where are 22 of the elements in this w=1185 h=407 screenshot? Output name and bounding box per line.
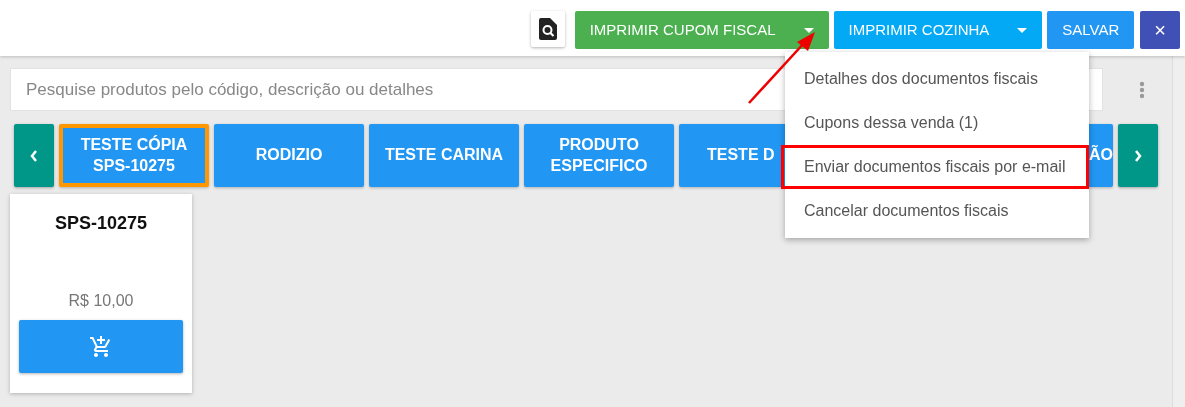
previous-button[interactable]: [14, 124, 54, 187]
add-to-cart-button[interactable]: [19, 320, 183, 373]
next-button[interactable]: [1118, 124, 1158, 187]
chevron-right-icon: [1134, 149, 1142, 162]
document-search-icon: [538, 18, 557, 40]
product-price: R$ 10,00: [68, 291, 134, 311]
split-button[interactable]: IMPRIMIR CUPOM FISCAL: [574, 11, 829, 49]
category-tab[interactable]: RODIZIO: [214, 124, 364, 187]
menu-item[interactable]: Enviar documentos fiscais por e-mail: [781, 145, 1089, 189]
category-tab[interactable]: TESTE CARINA: [369, 124, 519, 187]
category-tab[interactable]: TESTE CÓPIA SPS-10275: [59, 124, 209, 187]
cart-add-icon: [89, 334, 113, 359]
more-options-icon[interactable]: [1139, 80, 1145, 99]
split-button[interactable]: IMPRIMIR COZINHA: [833, 11, 1043, 49]
caret-icon: [1017, 27, 1028, 33]
category-tab[interactable]: PRODUTO ESPECIFICO: [524, 124, 674, 187]
menu-item[interactable]: Cancelar documentos fiscais: [781, 189, 1089, 233]
product-name: SPS-10275: [54, 212, 148, 235]
chevron-left-icon: [30, 149, 38, 162]
save-button[interactable]: SALVAR: [1047, 11, 1135, 49]
close-button[interactable]: ×: [1140, 11, 1180, 49]
preview-button[interactable]: [530, 11, 565, 47]
